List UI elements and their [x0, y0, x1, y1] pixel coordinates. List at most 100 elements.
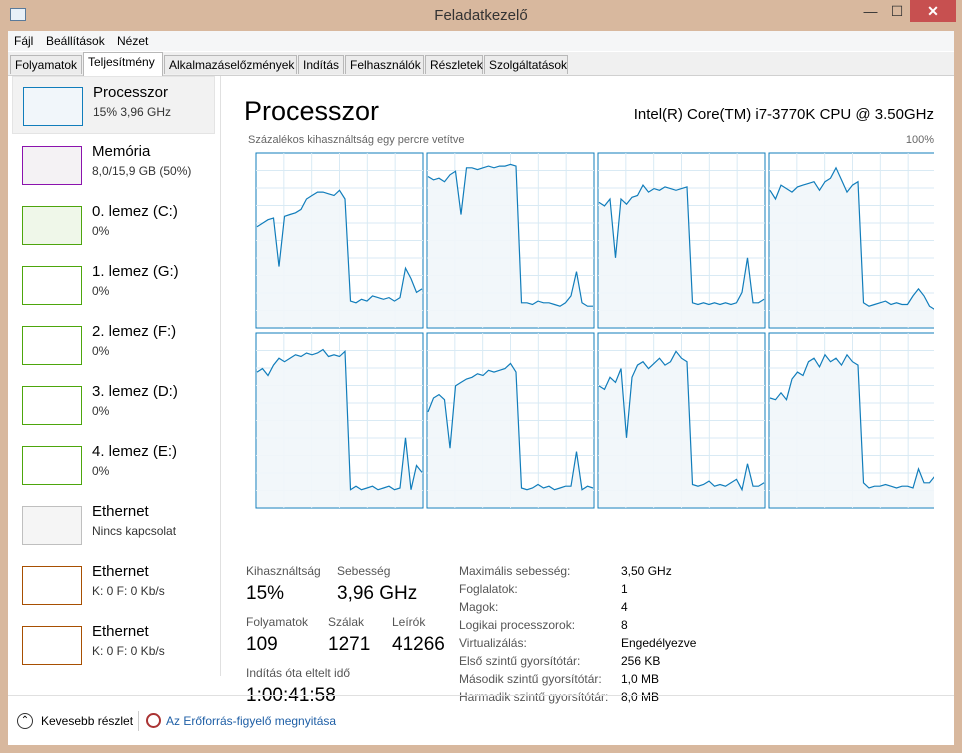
tab-app-history[interactable]: Alkalmazáselőzmények — [164, 55, 297, 74]
graph-max-label: 100% — [905, 134, 934, 146]
resource-sidebar: Processzor 15% 3,96 GHz Memória 8,0/15,9 GB… — [8, 76, 221, 676]
cpu-info-value: 4 — [621, 600, 628, 614]
disk-graph-icon — [22, 326, 82, 365]
handles-label: Leírók — [392, 615, 426, 629]
chevron-up-icon[interactable]: ⌃ — [17, 713, 33, 729]
sidebar-item[interactable]: Memória 8,0/15,9 GB (50%) — [12, 136, 215, 194]
network-graph-icon — [22, 626, 82, 665]
sidebar-item-subtitle: 0% — [92, 464, 110, 478]
threads-label: Szálak — [328, 615, 365, 629]
window-title: Feladatkezelő — [434, 7, 528, 24]
usage-label: Kihasználtság — [246, 564, 321, 578]
cpu-info-value: Engedélyezve — [621, 636, 697, 650]
tab-users[interactable]: Felhasználók — [345, 55, 424, 74]
processes-label: Folyamatok — [246, 615, 309, 629]
core-graph — [768, 152, 934, 329]
tab-services[interactable]: Szolgáltatások — [484, 55, 568, 74]
cpu-model-name: Intel(R) Core(TM) i7-3770K CPU @ 3.50GHz — [633, 106, 934, 123]
sidebar-item-title: Processzor — [93, 84, 169, 101]
sidebar-item-title: 4. lemez (E:) — [92, 443, 178, 460]
footer-divider — [138, 711, 139, 731]
maximize-button[interactable]: ☐ — [884, 0, 910, 22]
cpu-info-label: Maximális sebesség: — [459, 564, 571, 578]
footer-bar: ⌃ Kevesebb részlet Az Erőforrás-figyelő … — [8, 695, 954, 746]
sidebar-item-subtitle: 0% — [92, 344, 110, 358]
disk-graph-icon — [22, 266, 82, 305]
cpu-info-value: 1,0 MB — [621, 672, 660, 686]
sidebar-item-subtitle: 0% — [92, 224, 110, 238]
sidebar-item-title: Ethernet — [92, 503, 149, 520]
sidebar-item[interactable]: Processzor 15% 3,96 GHz — [12, 76, 215, 134]
minimize-button[interactable]: — — [857, 0, 884, 22]
page-title: Processzor — [244, 96, 380, 126]
sidebar-item[interactable]: 3. lemez (D:) 0% — [12, 376, 215, 434]
disk-graph-icon — [22, 206, 82, 245]
menu-view[interactable]: Nézet — [117, 34, 148, 48]
cpu-graph-icon — [23, 87, 83, 126]
title-bar[interactable]: Feladatkezelő — ☐ ✕ — [0, 0, 962, 30]
network-graph-icon — [22, 566, 82, 605]
core-graph — [426, 152, 595, 329]
core-graph — [597, 152, 766, 329]
sidebar-item[interactable]: Ethernet K: 0 F: 0 Kb/s — [12, 556, 215, 614]
cpu-info-value: 3,50 GHz — [621, 564, 672, 578]
menu-bar: Fájl Beállítások Nézet — [8, 31, 954, 51]
speed-value: 3,96 GHz — [337, 583, 418, 604]
window-frame: Feladatkezelő — ☐ ✕ Fájl Beállítások Néz… — [0, 0, 962, 753]
close-button[interactable]: ✕ — [910, 0, 956, 22]
sidebar-item[interactable]: 2. lemez (F:) 0% — [12, 316, 215, 374]
core-graph — [597, 332, 766, 509]
cpu-info-label: Magok: — [459, 600, 499, 614]
sidebar-item[interactable]: 0. lemez (C:) 0% — [12, 196, 215, 254]
core-graph — [255, 152, 424, 329]
sidebar-item-title: 2. lemez (F:) — [92, 323, 177, 340]
disk-graph-icon — [22, 386, 82, 425]
tab-details[interactable]: Részletek — [425, 55, 483, 74]
cpu-info-value: 1 — [621, 582, 628, 596]
graph-caption: Százalékos kihasználtság egy percre vetí… — [248, 134, 465, 146]
cpu-info-value: 8 — [621, 618, 628, 632]
menu-settings[interactable]: Beállítások — [46, 34, 105, 48]
usage-value: 15% — [246, 583, 285, 604]
memory-graph-icon — [22, 146, 82, 185]
sidebar-item-subtitle: K: 0 F: 0 Kb/s — [92, 584, 165, 598]
processor-panel: Processzor Intel(R) Core(TM) i7-3770K CP… — [244, 76, 934, 716]
disk-graph-icon — [22, 446, 82, 485]
cpu-info-label: Virtualizálás: — [459, 636, 527, 650]
sidebar-item-subtitle: 0% — [92, 284, 110, 298]
sidebar-item[interactable]: 1. lemez (G:) 0% — [12, 256, 215, 314]
sidebar-item-title: 1. lemez (G:) — [92, 263, 179, 280]
sidebar-item[interactable]: Ethernet Nincs kapcsolat — [12, 496, 215, 554]
sidebar-item-subtitle: K: 0 F: 0 Kb/s — [92, 644, 165, 658]
sidebar-item[interactable]: 4. lemez (E:) 0% — [12, 436, 215, 494]
handles-value: 41266 — [392, 634, 445, 655]
processes-value: 109 — [246, 634, 278, 655]
resource-monitor-icon[interactable] — [146, 713, 161, 728]
sidebar-item[interactable]: Ethernet K: 0 F: 0 Kb/s — [12, 616, 215, 674]
tab-processes[interactable]: Folyamatok — [10, 55, 82, 74]
tab-strip: Folyamatok Teljesítmény Alkalmazáselőzmé… — [8, 52, 954, 76]
sidebar-item-title: Ethernet — [92, 563, 149, 580]
network-graph-icon — [22, 506, 82, 545]
core-graph — [426, 332, 595, 509]
sidebar-item-title: 0. lemez (C:) — [92, 203, 178, 220]
client-area: Fájl Beállítások Nézet Folyamatok Teljes… — [8, 31, 954, 745]
cpu-info-label: Logikai processzorok: — [459, 618, 576, 632]
core-graph — [768, 332, 934, 509]
threads-value: 1271 — [328, 634, 371, 655]
core-graph — [255, 332, 424, 509]
sidebar-item-subtitle: 8,0/15,9 GB (50%) — [92, 164, 192, 178]
sidebar-item-title: Memória — [92, 143, 151, 160]
sidebar-item-subtitle: 0% — [92, 404, 110, 418]
fewer-details-link[interactable]: Kevesebb részlet — [41, 714, 133, 728]
cpu-info-label: Foglalatok: — [459, 582, 518, 596]
cpu-core-graphs — [255, 152, 934, 509]
open-resource-monitor-link[interactable]: Az Erőforrás-figyelő megnyitása — [166, 714, 336, 728]
tab-performance[interactable]: Teljesítmény — [83, 52, 163, 76]
tab-startup[interactable]: Indítás — [298, 55, 344, 74]
cpu-info-label: Első szintű gyorsítótár: — [459, 654, 581, 668]
menu-file[interactable]: Fájl — [14, 34, 33, 48]
uptime-label: Indítás óta eltelt idő — [246, 666, 351, 680]
sidebar-item-title: Ethernet — [92, 623, 149, 640]
sidebar-item-subtitle: 15% 3,96 GHz — [93, 105, 172, 119]
